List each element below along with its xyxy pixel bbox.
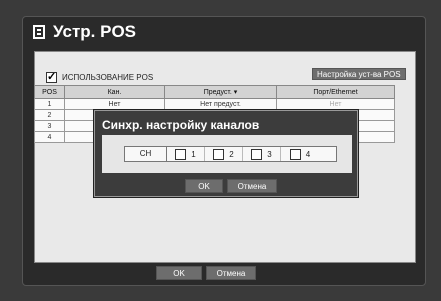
cell-pos: 4 xyxy=(34,131,65,143)
channel-number: 3 xyxy=(267,149,272,159)
cell-pos: 1 xyxy=(34,98,65,110)
channel-option-3[interactable]: 3 xyxy=(243,147,281,161)
col-header-preset[interactable]: Предуст. ▾ xyxy=(164,85,277,99)
cell-port[interactable]: Нет xyxy=(276,98,395,110)
channel-option-1[interactable]: 1 xyxy=(167,147,205,161)
channel-checkbox[interactable] xyxy=(213,148,225,160)
dialog-ok-button[interactable]: OK xyxy=(185,179,223,193)
dialog-title: Синхр. настройку каналов xyxy=(102,118,260,132)
cell-pos: 3 xyxy=(34,120,65,132)
col-header-pos: POS xyxy=(34,85,65,99)
cancel-button[interactable]: Отмена xyxy=(206,266,256,280)
channel-checkbox[interactable] xyxy=(175,148,187,160)
channel-number: 2 xyxy=(229,149,234,159)
cell-channel[interactable]: Нет xyxy=(64,98,165,110)
use-pos-row[interactable]: ИСПОЛЬЗОВАНИЕ POS xyxy=(46,70,154,83)
sync-channels-dialog: Синхр. настройку каналов CH 1 2 3 4 OK О… xyxy=(94,110,358,197)
channel-option-4[interactable]: 4 xyxy=(281,147,319,161)
cell-preset[interactable]: Нет предуст. xyxy=(164,98,277,110)
channel-number: 4 xyxy=(305,149,311,159)
col-header-port: Порт/Ethernet xyxy=(276,85,395,99)
channel-row: CH 1 2 3 4 xyxy=(124,146,337,162)
pos-device-setup-button[interactable]: Настройка уст-ва POS xyxy=(312,68,406,80)
cell-pos: 2 xyxy=(34,109,65,121)
window-title-bar: Устр. POS xyxy=(23,17,425,47)
footer-buttons: OK Отмена xyxy=(156,266,256,280)
window-title: Устр. POS xyxy=(53,22,137,41)
dialog-buttons: OK Отмена xyxy=(185,179,277,193)
ok-button[interactable]: OK xyxy=(156,266,202,280)
use-pos-label: ИСПОЛЬЗОВАНИЕ POS xyxy=(62,73,154,82)
channel-number: 1 xyxy=(191,149,196,159)
document-icon xyxy=(33,25,45,39)
channel-checkbox[interactable] xyxy=(251,148,263,160)
dialog-body: CH 1 2 3 4 xyxy=(102,135,352,173)
channel-label: CH xyxy=(125,147,167,161)
channel-checkbox[interactable] xyxy=(289,148,301,160)
col-header-channel: Кан. xyxy=(64,85,165,99)
dialog-cancel-button[interactable]: Отмена xyxy=(227,179,277,193)
use-pos-checkbox[interactable] xyxy=(46,70,57,83)
table-row: 1 Нет Нет предуст. Нет xyxy=(34,98,395,110)
channel-option-2[interactable]: 2 xyxy=(205,147,243,161)
